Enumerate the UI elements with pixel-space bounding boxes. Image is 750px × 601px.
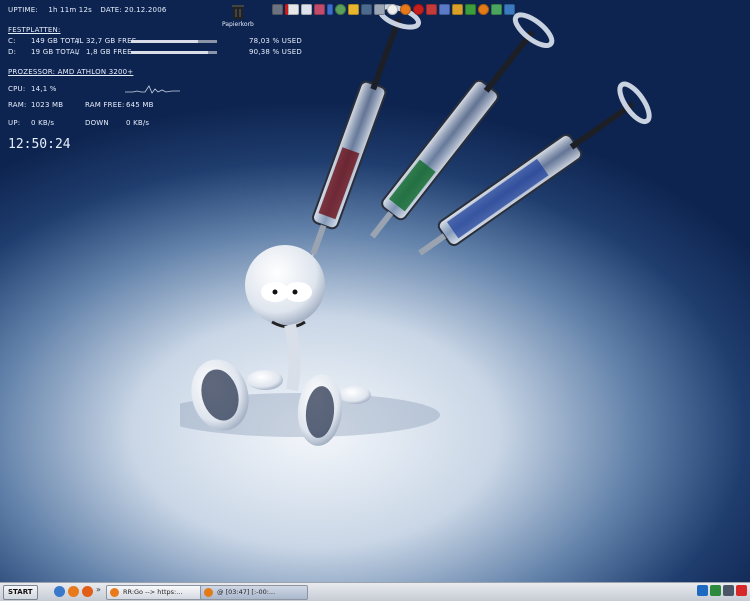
quick-launch-more-icon[interactable]: » — [96, 585, 101, 594]
cpu-label: CPU: — [8, 85, 26, 93]
drive-c-usage-bar — [131, 40, 217, 43]
mail-icon[interactable] — [301, 4, 312, 15]
ram-free-value: 645 MB — [126, 101, 154, 109]
firefox-window-icon — [110, 588, 119, 597]
uptime-row: UPTIME: 1h 11m 12s DATE: 20.12.2006 — [8, 6, 167, 14]
folder-icon[interactable] — [348, 4, 359, 15]
recycle-bin-label[interactable]: Papierkorb — [222, 21, 254, 28]
trash-small-icon[interactable] — [272, 4, 283, 15]
ram-label: RAM: — [8, 101, 27, 109]
drive-c-usage-fill — [131, 40, 199, 43]
tray-network-icon[interactable] — [710, 585, 721, 596]
teamspeak-icon[interactable] — [439, 4, 450, 15]
drive-slash: / — [77, 48, 80, 56]
cpu-graph — [125, 85, 180, 94]
processor-heading: PROZESSOR: AMD ATHLON 3200+ — [8, 68, 134, 76]
tray-volume-icon[interactable] — [723, 585, 734, 596]
ram-free-label: RAM FREE: — [85, 101, 125, 109]
pen-icon[interactable] — [504, 4, 515, 15]
recycle-bin-icon[interactable] — [229, 4, 247, 19]
monitor-icon[interactable] — [361, 4, 372, 15]
drive-used: 90,38 % USED — [249, 48, 302, 56]
tray-show-desktop-icon[interactable] — [697, 585, 708, 596]
chat-window-icon — [204, 588, 213, 597]
kill-icon[interactable] — [285, 4, 299, 15]
drive-used: 78,03 % USED — [249, 37, 302, 45]
drive-total: 149 GB TOTAL — [31, 37, 84, 45]
bulb-icon[interactable] — [387, 4, 398, 15]
drive-slash: / — [77, 37, 80, 45]
network-icon[interactable] — [327, 4, 333, 15]
leaf-icon[interactable] — [491, 4, 502, 15]
uptime-value: 1h 11m 12s — [48, 6, 92, 14]
chat-icon[interactable] — [478, 4, 489, 15]
down-value: 0 KB/s — [126, 119, 150, 127]
date-value: 20.12.2006 — [124, 6, 167, 14]
media-icon[interactable] — [426, 4, 437, 15]
wallpaper-illustration — [180, 4, 652, 446]
app-icon[interactable] — [465, 4, 476, 15]
cpu-value: 14,1 % — [31, 85, 57, 93]
calendar-icon[interactable] — [314, 4, 325, 15]
taskbar-window-label: RR:Go --> https:... — [123, 588, 183, 596]
drive-letter: C: — [8, 37, 16, 45]
ram-value: 1023 MB — [31, 101, 64, 109]
firefox-quick-icon[interactable] — [68, 586, 79, 597]
up-value: 0 KB/s — [31, 119, 55, 127]
drive-icon[interactable] — [374, 4, 385, 15]
ram-row: RAM: 1023 MB RAM FREE: 645 MB — [8, 101, 153, 109]
start-button[interactable]: START — [3, 585, 38, 600]
quick-launch — [54, 586, 93, 597]
drive-d-usage-bar — [131, 51, 217, 54]
winamp-icon[interactable] — [452, 4, 463, 15]
drive-letter: D: — [8, 48, 17, 56]
system-tray — [697, 585, 747, 596]
drive-c-row: C: 149 GB TOTAL / 32,7 GB FREE 78,03 % U… — [8, 37, 302, 45]
date-label: DATE: — [100, 6, 122, 14]
drive-total: 19 GB TOTAL — [31, 48, 79, 56]
opera-icon[interactable] — [413, 4, 424, 15]
network-row: UP: 0 KB/s DOWN 0 KB/s — [8, 119, 149, 127]
taskbar-window-label: @ [03:47] [:-00:... — [217, 588, 276, 596]
taskbar-window-button[interactable]: @ [03:47] [:-00:... — [200, 585, 308, 600]
down-label: DOWN — [85, 119, 109, 127]
festplatten-heading: FESTPLATTEN: — [8, 26, 61, 34]
drive-d-usage-fill — [131, 51, 209, 54]
messenger-icon[interactable] — [82, 586, 93, 597]
globe-icon[interactable] — [335, 4, 346, 15]
desktop-clock: 12:50:24 — [8, 137, 71, 152]
firefox-icon[interactable] — [400, 4, 411, 15]
drive-free: 32,7 GB FREE — [86, 37, 137, 45]
up-label: UP: — [8, 119, 21, 127]
drive-free: 1,8 GB FREE — [86, 48, 132, 56]
taskbar: START » RR:Go --> https:... @ [03:47] [:… — [0, 582, 750, 601]
drive-d-row: D: 19 GB TOTAL / 1,8 GB FREE 90,38 % USE… — [8, 48, 302, 56]
tray-app-icon[interactable] — [736, 585, 747, 596]
ie-icon[interactable] — [54, 586, 65, 597]
uptime-label: UPTIME: — [8, 6, 38, 14]
cpu-row: CPU: 14,1 % — [8, 85, 56, 93]
desktop-icon-strip — [272, 4, 515, 18]
taskbar-window-button[interactable]: RR:Go --> https:... — [106, 585, 212, 600]
